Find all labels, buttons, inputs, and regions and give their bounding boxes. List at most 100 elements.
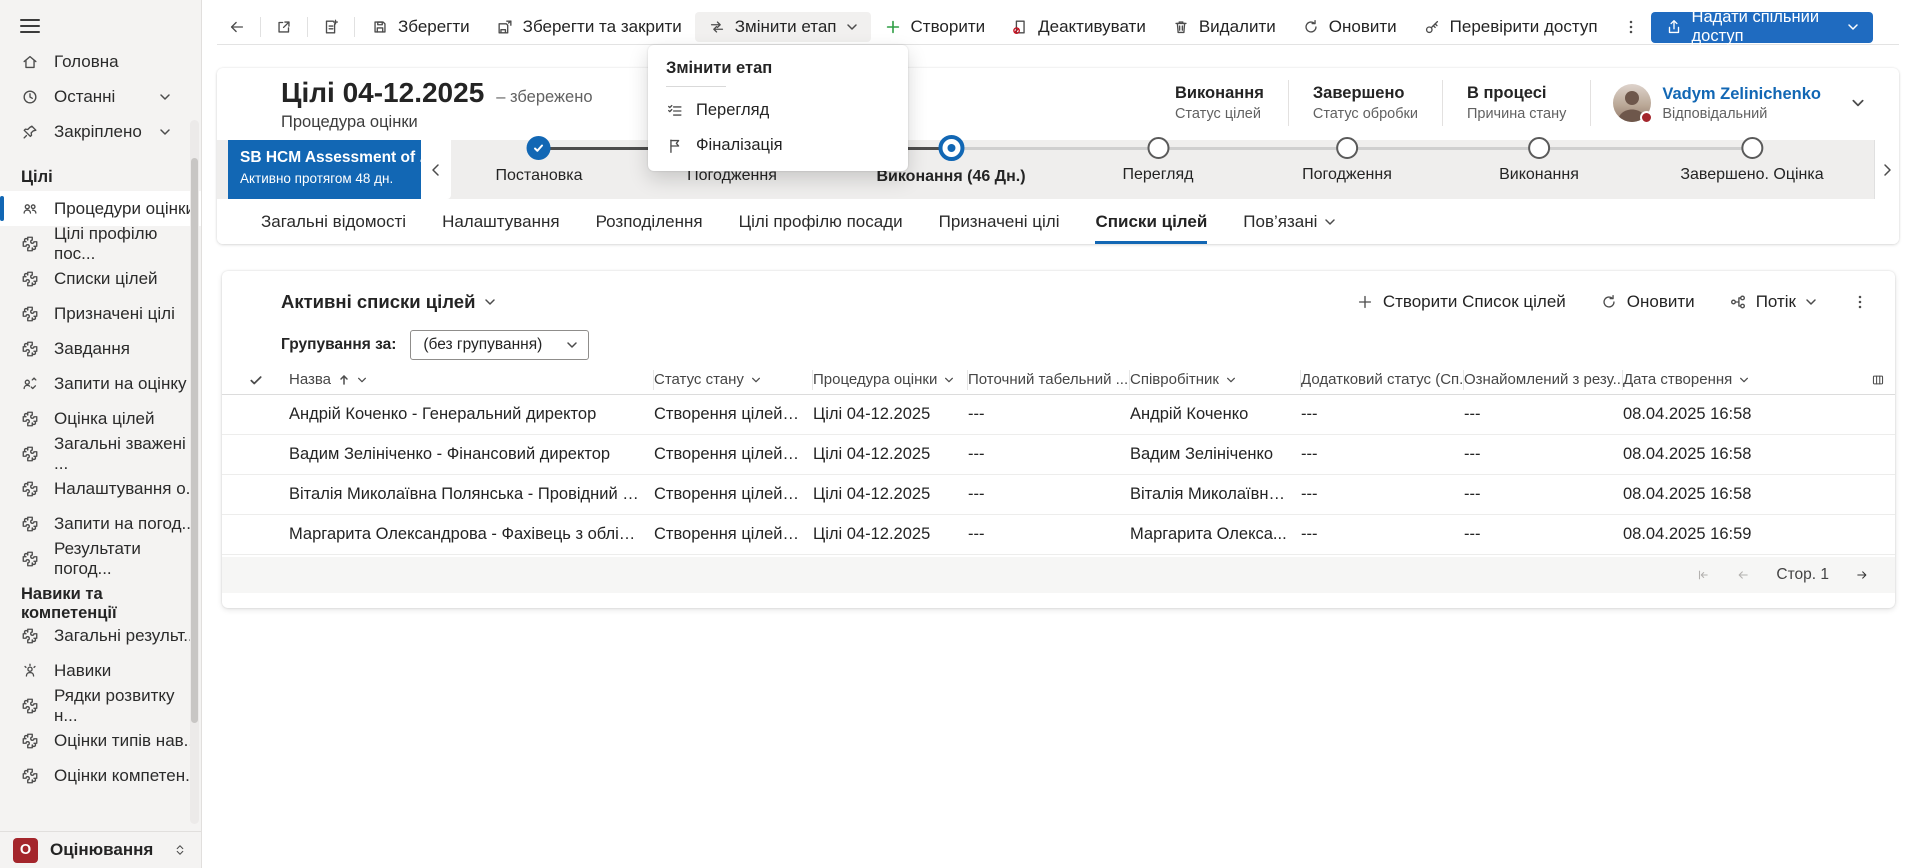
cell-procedure[interactable]: Цілі 04-12.2025	[813, 445, 968, 464]
stage-pogodzhennya-2[interactable]: Погодження	[1302, 136, 1392, 184]
delete-button[interactable]: Видалити	[1159, 12, 1289, 42]
tab-distribution[interactable]: Розподілення	[596, 199, 703, 244]
chevron-down-icon[interactable]	[159, 126, 171, 138]
previous-page-button[interactable]	[1736, 568, 1750, 582]
cell-name[interactable]: Вадим Зелініченко - Фінансовий директор	[289, 445, 654, 464]
sidebar-item-assessment-settings[interactable]: Налаштування о...	[0, 471, 201, 506]
sidebar-item-recent[interactable]: Останні	[0, 79, 201, 114]
group-by-select[interactable]: (без групування)	[410, 330, 589, 360]
first-page-button[interactable]	[1696, 568, 1710, 582]
column-header-procedure[interactable]: Процедура оцінки	[813, 370, 968, 390]
tab-assigned-goals[interactable]: Призначені цілі	[939, 199, 1060, 244]
menu-item-preview[interactable]: Перегляд	[648, 93, 908, 128]
stage-vykonannya-2[interactable]: Виконання	[1499, 136, 1579, 184]
refresh-label: Оновити	[1329, 17, 1397, 37]
sidebar-item-weighted-totals[interactable]: Загальні зважені ...	[0, 436, 201, 471]
sidebar-item-goal-lists[interactable]: Списки цілей	[0, 261, 201, 296]
menu-item-label: Перегляд	[696, 101, 769, 120]
create-button[interactable]: Створити	[871, 12, 999, 42]
flow-button[interactable]: Потік	[1729, 292, 1817, 312]
column-header-employee[interactable]: Співробітник	[1130, 370, 1301, 390]
hamburger-menu-icon[interactable]	[20, 15, 40, 37]
area-switcher[interactable]: O Оцінювання	[0, 831, 201, 868]
sidebar-item-assessment-requests[interactable]: Запити на оцінку	[0, 366, 201, 401]
save-label: Зберегти	[398, 17, 470, 37]
back-button[interactable]	[217, 12, 257, 42]
sidebar-scrollbar-thumb[interactable]	[191, 158, 198, 723]
cell-employee[interactable]: Віталія Миколаївна...	[1130, 485, 1301, 504]
more-commands-button[interactable]	[1611, 12, 1651, 42]
cell-name[interactable]: Віталія Миколаївна Полянська - Провідний…	[289, 485, 654, 504]
tab-related[interactable]: Пов’язані	[1243, 199, 1336, 244]
cell-procedure[interactable]: Цілі 04-12.2025	[813, 525, 968, 544]
stage-pereglyad[interactable]: Перегляд	[1122, 136, 1193, 184]
table-row[interactable]: Віталія Миколаївна Полянська - Провідний…	[222, 475, 1895, 515]
check-access-button[interactable]: Перевірити доступ	[1410, 12, 1611, 42]
share-button[interactable]: Надати спільний доступ	[1651, 12, 1873, 43]
sidebar-item-home[interactable]: Головна	[0, 44, 201, 79]
table-row[interactable]: Андрій Коченко - Генеральний директор Ст…	[222, 395, 1895, 435]
column-header-status[interactable]: Статус стану	[654, 370, 813, 390]
next-page-button[interactable]	[1855, 568, 1869, 582]
column-options-icon	[1871, 373, 1885, 387]
sidebar-item-approval-requests[interactable]: Запити на погод...	[0, 506, 201, 541]
sidebar-item-goal-assessment[interactable]: Оцінка цілей	[0, 401, 201, 436]
process-name-box[interactable]: SB HCM Assessment of ... Активно протяго…	[228, 140, 421, 199]
sidebar-item-approval-results[interactable]: Результати погод...	[0, 541, 201, 576]
change-stage-button[interactable]: Змінити етап	[695, 12, 871, 42]
cell-name[interactable]: Маргарита Олександрова - Фахівець з облі…	[289, 525, 654, 544]
sidebar-item-competency-ratings[interactable]: Оцінки компетен...	[0, 758, 201, 793]
stage-zaversheno[interactable]: Завершено. Оцінка	[1680, 136, 1823, 184]
view-selector[interactable]: Активні списки цілей	[281, 291, 496, 313]
chevron-down-icon[interactable]	[159, 91, 171, 103]
tab-goal-lists[interactable]: Списки цілей	[1095, 199, 1207, 244]
cell-procedure[interactable]: Цілі 04-12.2025	[813, 485, 968, 504]
cell-employee[interactable]: Маргарита Олекса...	[1130, 525, 1301, 544]
sidebar-item-skills[interactable]: Навики	[0, 653, 201, 688]
tab-settings[interactable]: Налаштування	[442, 199, 560, 244]
create-goal-list-button[interactable]: Створити Список цілей	[1356, 292, 1566, 312]
sidebar-item-profile-goals[interactable]: Цілі профілю пос...	[0, 226, 201, 261]
column-header-name[interactable]: Назва	[289, 370, 654, 390]
cell-procedure[interactable]: Цілі 04-12.2025	[813, 405, 968, 424]
sidebar-item-skill-type-ratings[interactable]: Оцінки типів нав...	[0, 723, 201, 758]
column-header-current-tab[interactable]: Поточний табельний ...	[968, 370, 1130, 390]
refresh-button[interactable]: Оновити	[1289, 12, 1410, 42]
table-row[interactable]: Вадим Зелініченко - Фінансовий директор …	[222, 435, 1895, 475]
new-record-button[interactable]	[311, 12, 351, 42]
save-and-close-button[interactable]: Зберегти та закрити	[483, 12, 695, 42]
record-title-block: Цілі 04-12.2025 – збережено Процедура оц…	[281, 77, 593, 132]
table-row[interactable]: Маргарита Олександрова - Фахівець з облі…	[222, 515, 1895, 555]
subgrid-refresh-button[interactable]: Оновити	[1600, 292, 1695, 312]
sidebar-item-tasks[interactable]: Завдання	[0, 331, 201, 366]
column-options-button[interactable]	[1867, 373, 1895, 387]
deactivate-button[interactable]: Деактивувати	[998, 12, 1159, 42]
chevron-down-icon[interactable]	[1851, 96, 1865, 110]
save-button[interactable]: Зберегти	[358, 12, 483, 42]
tab-profile-goals[interactable]: Цілі профілю посади	[739, 199, 903, 244]
bpf-collapse-button[interactable]	[421, 140, 451, 199]
select-all-column-header[interactable]	[222, 373, 289, 387]
open-in-new-window-button[interactable]	[264, 12, 304, 42]
stage-postanovka[interactable]: Постановка	[496, 136, 583, 185]
bpf-next-stages-button[interactable]	[1874, 140, 1899, 199]
sidebar-item-assigned-goals[interactable]: Призначені цілі	[0, 296, 201, 331]
sidebar-item-assessment-procedures[interactable]: Процедури оцінки	[0, 191, 201, 226]
sidebar-item-development-rows[interactable]: Рядки розвитку н...	[0, 688, 201, 723]
menu-item-finalize[interactable]: Фіналізація	[648, 128, 908, 163]
owner-name-link[interactable]: Vadym Zelinichenko	[1662, 85, 1821, 104]
cell-employee[interactable]: Андрій Коченко	[1130, 405, 1301, 424]
sidebar-item-pinned[interactable]: Закріплено	[0, 114, 201, 149]
owner-field[interactable]: Vadym Zelinichenko Відповідальний	[1591, 84, 1821, 122]
cell-name[interactable]: Андрій Коченко - Генеральний директор	[289, 405, 654, 424]
subgrid-more-button[interactable]	[1851, 293, 1869, 311]
chevron-down-icon	[751, 375, 761, 385]
column-header-created[interactable]: Дата створення	[1623, 370, 1867, 390]
tab-general[interactable]: Загальні відомості	[261, 199, 406, 244]
sidebar-item-label: Налаштування о...	[54, 479, 200, 499]
column-header-acknowledged[interactable]: Ознайомлений з резу...	[1464, 370, 1623, 390]
column-header-extra-status[interactable]: Додатковий статус (Сп...	[1301, 370, 1464, 390]
sidebar-item-overall-results[interactable]: Загальні результ...	[0, 618, 201, 653]
area-label: Оцінювання	[50, 840, 153, 860]
cell-employee[interactable]: Вадим Зелініченко	[1130, 445, 1301, 464]
